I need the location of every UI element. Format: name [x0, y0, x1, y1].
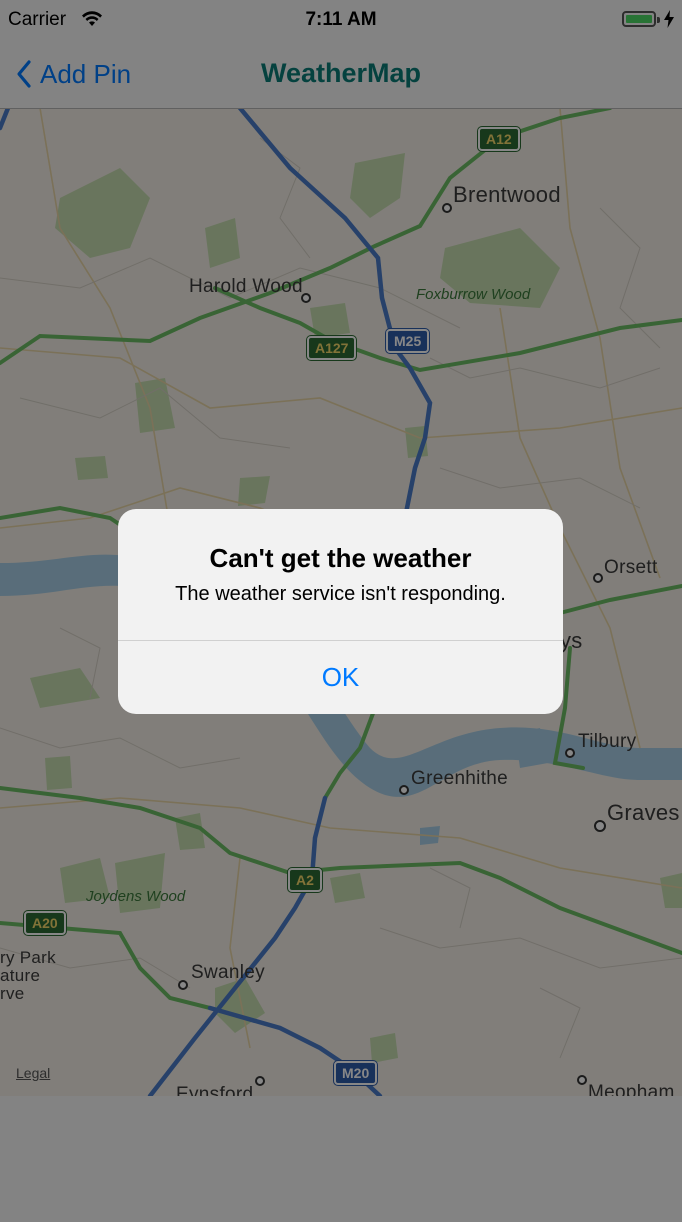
- app-screen: Carrier 7:11 AM Add Pin WeatherMap Brent…: [0, 0, 682, 1222]
- alert-dialog: Can't get the weather The weather servic…: [118, 509, 563, 714]
- alert-title: Can't get the weather: [209, 543, 472, 573]
- alert-ok-button[interactable]: OK: [118, 641, 563, 714]
- alert-message: The weather service isn't responding.: [175, 583, 506, 605]
